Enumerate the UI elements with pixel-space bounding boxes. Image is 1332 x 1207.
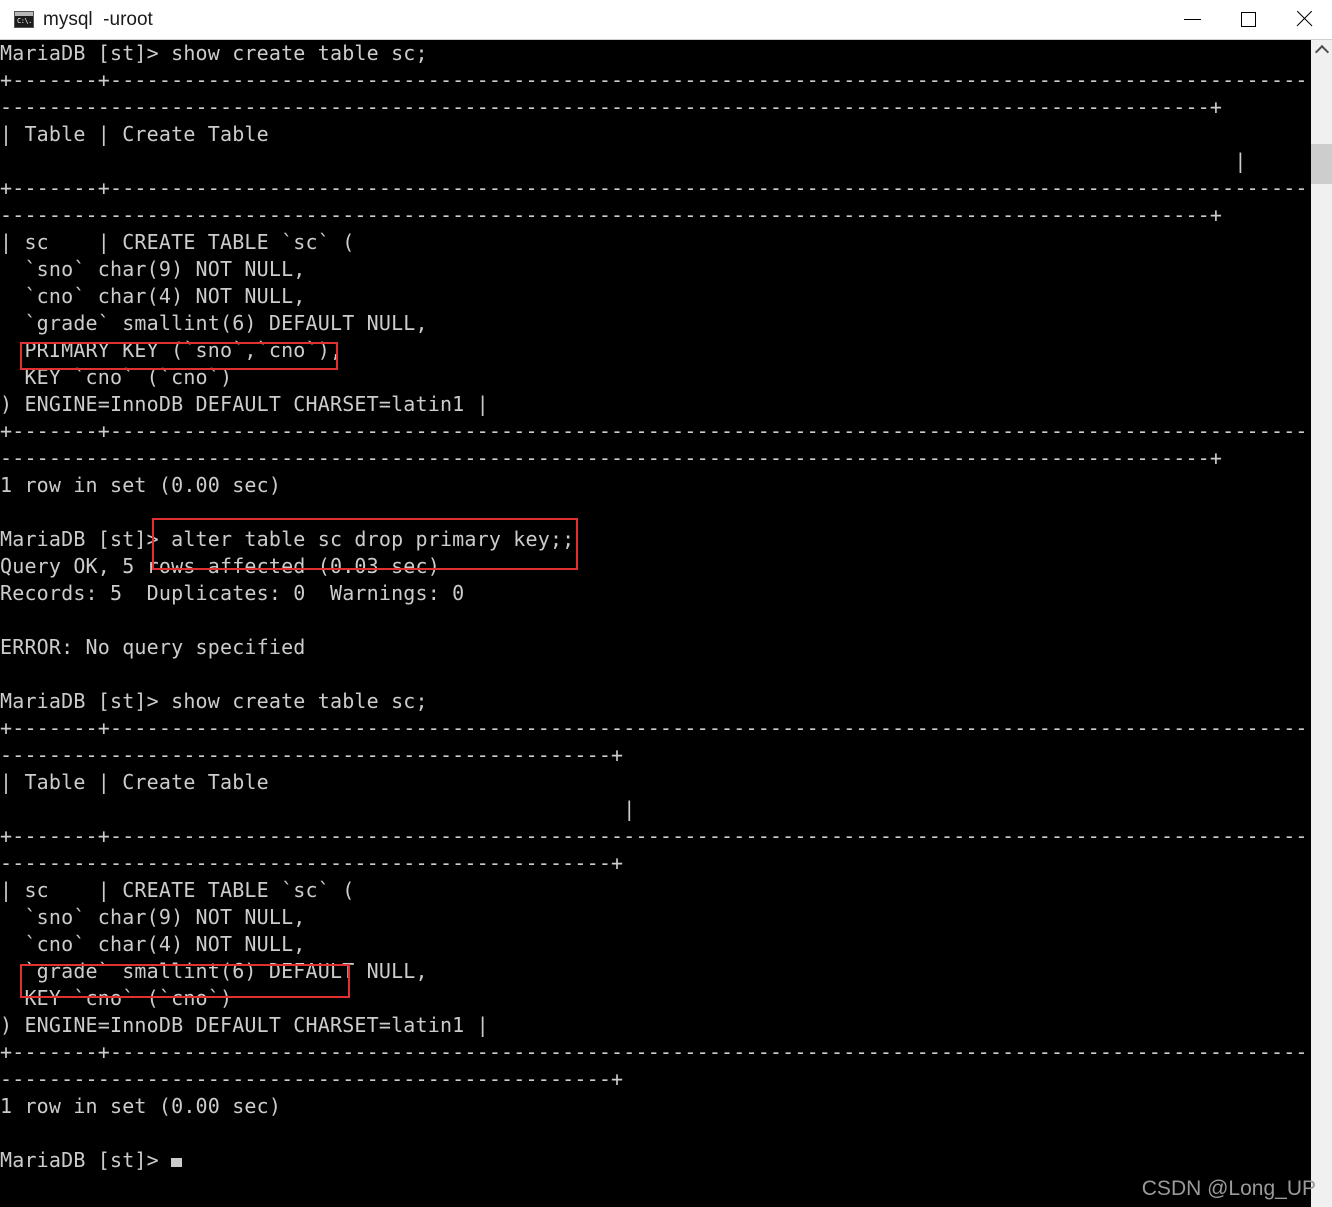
close-icon [1295,10,1313,28]
terminal-line: +-------+-------------------------------… [0,419,1311,443]
terminal-line: MariaDB [st]> show create table sc; [0,689,428,713]
terminal-line: +-------+-------------------------------… [0,824,1311,848]
terminal-line: `cno` char(4) NOT NULL, [0,284,306,308]
cmd-console-icon: C:\. [14,11,34,28]
terminal-line: ERROR: No query specified [0,635,306,659]
terminal-line: | Table | Create Table [0,770,269,794]
terminal-text: MariaDB [st]> show create table sc; +----… [0,40,1311,1174]
close-button[interactable] [1276,0,1332,39]
terminal-line: 1 row in set (0.00 sec) [0,1094,282,1118]
text-cursor [171,1158,183,1167]
terminal-line: +-------+-------------------------------… [0,68,1311,92]
terminal-line: ----------------------------------------… [0,95,1223,119]
scrollbar-thumb[interactable] [1311,144,1332,184]
terminal-line: `sno` char(9) NOT NULL, [0,257,306,281]
terminal-line: Records: 5 Duplicates: 0 Warnings: 0 [0,581,465,605]
terminal-line: Query OK, 5 rows affected (0.03 sec) [0,554,440,578]
csdn-watermark: CSDN @Long_UP [1141,1177,1316,1200]
terminal-line: | [0,149,1247,173]
terminal-line: `grade` smallint(6) DEFAULT NULL, [0,311,428,335]
terminal-window: C:\. mysql -uroot MariaDB [st]> show cre… [0,0,1332,1207]
vertical-scrollbar[interactable] [1311,40,1332,1207]
terminal-line: MariaDB [st]> alter table sc drop primar… [0,527,575,551]
terminal-line: ----------------------------------------… [0,203,1223,227]
terminal-line: +-------+-------------------------------… [0,716,1311,740]
terminal-line: `sno` char(9) NOT NULL, [0,905,306,929]
terminal-line: ) ENGINE=InnoDB DEFAULT CHARSET=latin1 | [0,1013,489,1037]
terminal-line: KEY `cno` (`cno`) [0,986,233,1010]
terminal-line: ----------------------------------------… [0,1067,624,1091]
window-title: mysql -uroot [43,8,153,30]
window-titlebar[interactable]: C:\. mysql -uroot [0,0,1332,40]
maximize-icon [1240,11,1256,27]
terminal-line: ----------------------------------------… [0,446,1223,470]
terminal-line: ) ENGINE=InnoDB DEFAULT CHARSET=latin1 | [0,392,489,416]
terminal-line: | sc | CREATE TABLE `sc` ( [0,878,355,902]
terminal-line: KEY `cno` (`cno`) [0,365,233,389]
terminal-line: 1 row in set (0.00 sec) [0,473,282,497]
terminal-line: ----------------------------------------… [0,743,624,767]
terminal-line: | [0,797,636,821]
terminal-line: | sc | CREATE TABLE `sc` ( [0,230,355,254]
terminal-line: +-------+-------------------------------… [0,176,1311,200]
console-output-area[interactable]: MariaDB [st]> show create table sc; +----… [0,40,1311,1207]
chevron-up-icon [1314,44,1329,60]
scrollbar-up-button[interactable] [1311,40,1332,61]
maximize-button[interactable] [1220,0,1276,39]
terminal-line: `grade` smallint(6) DEFAULT NULL, [0,959,428,983]
titlebar-left-group: C:\. mysql -uroot [0,9,1164,31]
terminal-line: +-------+-------------------------------… [0,1040,1311,1064]
minimize-icon [1183,18,1201,20]
terminal-line: MariaDB [st]> show create table sc; [0,41,428,65]
window-controls [1164,0,1332,40]
minimize-button[interactable] [1164,0,1220,39]
terminal-line: | Table | Create Table [0,122,269,146]
terminal-line: ----------------------------------------… [0,851,624,875]
cmd-icon-label: C:\. [17,17,32,25]
terminal-line: MariaDB [st]> [0,1147,1311,1174]
terminal-line: `cno` char(4) NOT NULL, [0,932,306,956]
terminal-line: PRIMARY KEY (`sno`,`cno`), [0,338,343,362]
